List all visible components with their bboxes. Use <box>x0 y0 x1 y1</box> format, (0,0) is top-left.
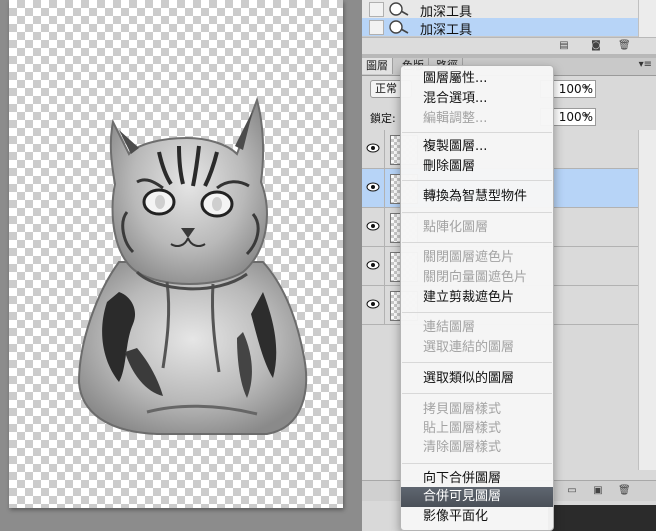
menu-item-select-linked-layers: 選取連結的圖層 <box>423 340 515 355</box>
history-footer: ▤ ◙ 🗑 <box>362 37 656 54</box>
visibility-eye-icon[interactable] <box>362 247 385 285</box>
burn-tool-icon <box>389 20 409 34</box>
menu-separator <box>402 242 552 243</box>
document-canvas[interactable] <box>9 0 343 508</box>
visibility-eye-icon[interactable] <box>362 286 385 324</box>
fill-dropdown-icon[interactable]: ▾ <box>584 108 594 124</box>
opacity-dropdown-icon[interactable]: ▾ <box>584 80 594 96</box>
new-document-from-state-icon[interactable]: ▤ <box>558 40 570 51</box>
burn-tool-icon <box>389 2 409 16</box>
menu-item-delete-layer[interactable]: 刪除圖層 <box>401 157 553 177</box>
menu-item-convert-to-smart-object[interactable]: 轉換為智慧型物件 <box>401 187 553 207</box>
menu-item-disable-vector-mask: 關閉向量圖遮色片 <box>423 270 528 285</box>
menu-item-select-similar-layers[interactable]: 選取類似的圖層 <box>401 369 553 389</box>
cat-image <box>77 96 308 435</box>
menu-item-blending-options[interactable]: 混合選項... <box>401 89 553 109</box>
menu-separator <box>402 463 552 464</box>
history-item[interactable]: 加深工具 <box>362 0 638 20</box>
history-scrollbar[interactable] <box>638 0 656 37</box>
menu-item-flatten-image[interactable]: 影像平面化 <box>401 507 553 527</box>
menu-separator <box>402 393 552 394</box>
menu-item-layer-properties[interactable]: 圖層屬性... <box>401 69 553 89</box>
menu-item-duplicate-layer[interactable]: 複製圖層... <box>401 137 553 157</box>
layer-context-menu: 圖層屬性... 混合選項... 編輯調整... 複製圖層... 刪除圖層 轉換為… <box>400 65 554 531</box>
history-item-label: 加深工具 <box>420 23 473 38</box>
trash-icon[interactable]: 🗑 <box>618 40 631 51</box>
menu-item-merge-visible[interactable]: 合併可見圖層 <box>401 487 553 507</box>
canvas-area[interactable] <box>0 0 362 531</box>
visibility-eye-icon[interactable] <box>362 169 385 207</box>
menu-item-merge-down[interactable]: 向下合併圖層 <box>401 469 553 489</box>
history-item-selected[interactable]: 加深工具 <box>362 18 638 38</box>
menu-item-create-clipping-mask[interactable]: 建立剪裁遮色片 <box>401 288 553 308</box>
menu-item-disable-layer-mask: 關閉圖層遮色片 <box>423 250 515 265</box>
menu-separator <box>402 212 552 213</box>
panel-menu-icon[interactable]: ▾≡ <box>639 59 652 70</box>
menu-item-edit-adjustment: 編輯調整... <box>423 111 488 126</box>
menu-item-link-layers: 連結圖層 <box>423 320 476 335</box>
menu-item-copy-layer-style: 拷貝圖層樣式 <box>423 402 502 417</box>
new-layer-icon[interactable]: ▣ <box>592 485 604 496</box>
trash-icon[interactable]: 🗑 <box>618 485 631 496</box>
menu-separator <box>402 180 552 181</box>
history-panel: 加深工具 加深工具 ▤ ◙ 🗑 <box>362 0 656 54</box>
menu-item-paste-layer-style: 貼上圖層樣式 <box>423 421 502 436</box>
new-group-icon[interactable]: ▭ <box>566 485 578 496</box>
tab-layers[interactable]: 圖層 <box>362 58 393 74</box>
visibility-eye-icon[interactable] <box>362 130 385 168</box>
background-window <box>548 505 656 531</box>
history-snapshot-checkbox[interactable] <box>369 2 384 17</box>
menu-item-rasterize-layer: 點陣化圖層 <box>423 220 489 235</box>
menu-separator <box>402 362 552 363</box>
lock-label: 鎖定: <box>370 112 396 125</box>
menu-separator <box>402 132 552 133</box>
history-snapshot-checkbox[interactable] <box>369 20 384 35</box>
menu-separator <box>402 312 552 313</box>
layers-scrollbar[interactable] <box>638 130 656 470</box>
visibility-eye-icon[interactable] <box>362 208 385 246</box>
menu-item-clear-layer-style: 清除圖層樣式 <box>423 440 502 455</box>
snapshot-camera-icon[interactable]: ◙ <box>590 40 602 51</box>
